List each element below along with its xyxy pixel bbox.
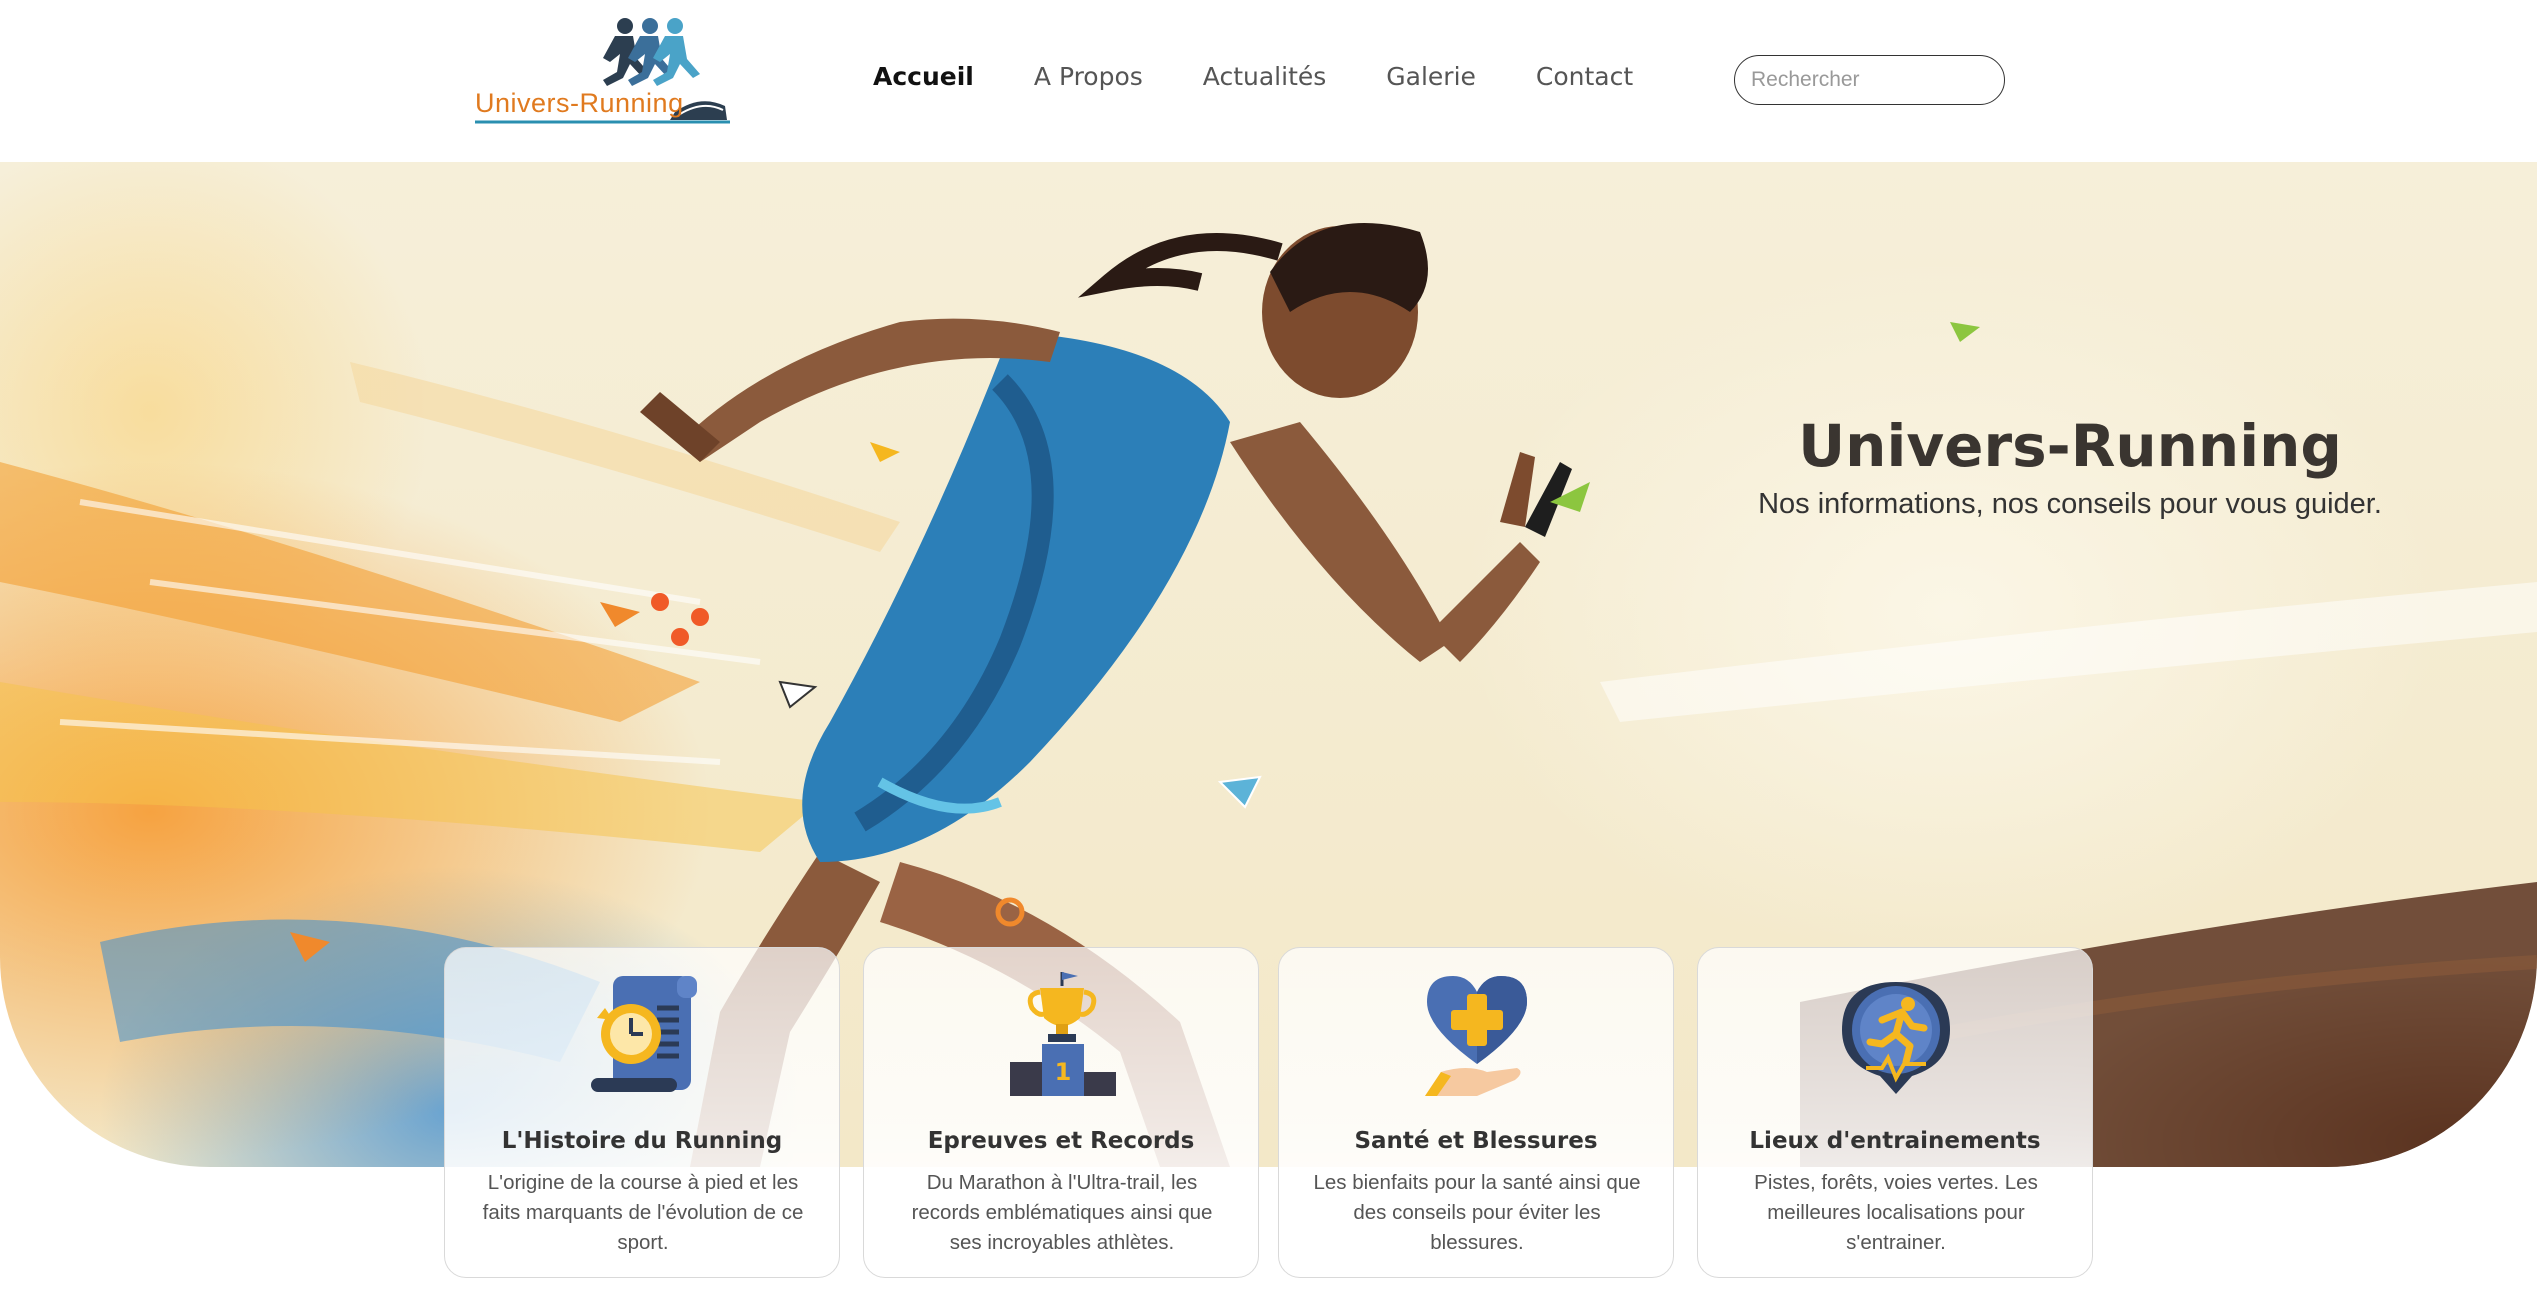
nav-item-galerie[interactable]: Galerie bbox=[1386, 62, 1476, 98]
card-sante[interactable]: Santé et Blessures Les bienfaits pour la… bbox=[1278, 947, 1674, 1278]
nav-item-accueil[interactable]: Accueil bbox=[873, 62, 974, 98]
card-description: Du Marathon à l'Ultra-trail, les records… bbox=[911, 1171, 1213, 1254]
nav-item-a-propos[interactable]: A Propos bbox=[1034, 62, 1143, 98]
card-histoire[interactable]: L'Histoire du Running L'origine de la co… bbox=[444, 947, 840, 1278]
svg-text:1: 1 bbox=[1055, 1058, 1072, 1086]
card-lieux[interactable]: Lieux d'entrainements Pistes, forêts, vo… bbox=[1697, 947, 2093, 1278]
card-description: Pistes, forêts, voies vertes. Les meille… bbox=[1754, 1171, 2038, 1254]
card-title: Epreuves et Records bbox=[927, 1128, 1195, 1154]
card-title: L'Histoire du Running bbox=[501, 1128, 783, 1154]
nav-item-actualites[interactable]: Actualités bbox=[1203, 62, 1326, 98]
card-description: L'origine de la course à pied et les fai… bbox=[482, 1171, 804, 1254]
card-description: Les bienfaits pour la santé ainsi que de… bbox=[1313, 1171, 1641, 1254]
card-title: Santé et Blessures bbox=[1354, 1128, 1598, 1154]
card-epreuves[interactable]: 1 Epreuves et Records Du Marathon à l'Ul… bbox=[863, 947, 1259, 1278]
main-nav: Accueil A Propos Actualités Galerie Cont… bbox=[873, 62, 1693, 98]
runner-location-icon bbox=[1842, 982, 1950, 1094]
logo-text: Univers-Running bbox=[475, 88, 684, 118]
site-logo[interactable]: Univers-Running bbox=[475, 14, 735, 129]
nav-item-contact[interactable]: Contact bbox=[1536, 62, 1633, 98]
health-heart-icon bbox=[1425, 976, 1527, 1096]
search-box bbox=[1734, 55, 2005, 105]
history-scroll-icon bbox=[591, 976, 697, 1092]
hero-title: Univers-Running bbox=[1798, 412, 2342, 480]
hero-banner: Univers-Running Nos informations, nos co… bbox=[0, 162, 2537, 1167]
site-header: Univers-Running Accueil A Propos Actuali… bbox=[0, 0, 2537, 162]
search-input[interactable] bbox=[1735, 56, 2004, 104]
card-title: Lieux d'entrainements bbox=[1749, 1128, 2041, 1154]
hero-subtitle: Nos informations, nos conseils pour vous… bbox=[1758, 488, 2382, 520]
trophy-podium-icon: 1 bbox=[1010, 972, 1116, 1096]
sprinter-illustration bbox=[0, 223, 2537, 1167]
